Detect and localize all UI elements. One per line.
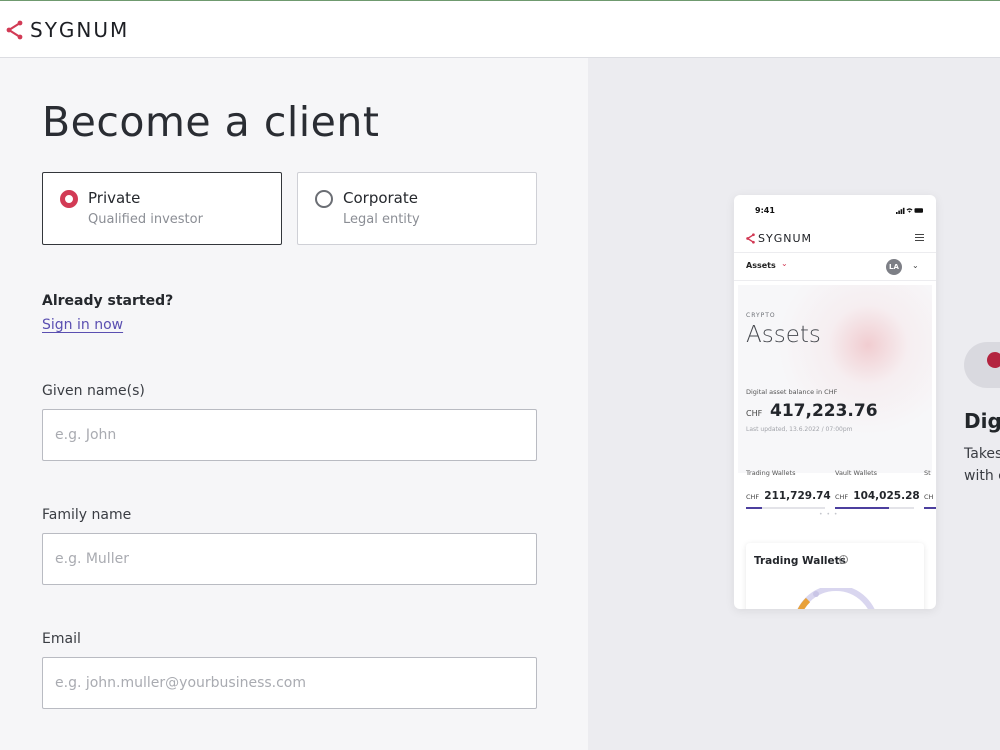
phone-app-header: SYGNUM	[734, 225, 936, 253]
share-logo-icon	[746, 233, 755, 244]
feature-heading: Dig	[964, 409, 1000, 433]
site-header: SYGNUM	[0, 1, 1000, 58]
wallet-amount: 211,729.74	[764, 490, 831, 502]
wallet-summary-partial: St CH	[924, 469, 936, 509]
client-type-corporate[interactable]: Corporate Legal entity	[297, 172, 537, 245]
radio-unselected-icon	[315, 190, 333, 208]
wallet-currency: CHF	[835, 493, 849, 501]
phone-brand-logo: SYGNUM	[746, 232, 812, 245]
wallet-progress-fill	[924, 507, 936, 509]
brand-logo[interactable]: SYGNUM	[6, 17, 129, 43]
phone-wallet-card: Trading Wallets i	[746, 543, 924, 609]
phone-status-bar: 9:41	[734, 195, 936, 225]
wallet-amount: 104,025.28	[853, 490, 920, 502]
feature-text-line: with c	[964, 468, 1000, 484]
phone-card-title: Trading Wallets	[754, 555, 846, 567]
family-name-input[interactable]	[42, 533, 537, 585]
wallet-progress-fill	[835, 507, 889, 509]
email-input[interactable]	[42, 657, 537, 709]
phone-time: 9:41	[755, 206, 775, 215]
phone-balance-currency: CHF	[746, 409, 763, 418]
avatar: LA	[886, 259, 902, 275]
phone-brand-name: SYGNUM	[758, 232, 812, 245]
wallet-value: CH	[924, 484, 936, 503]
signup-form-panel: Become a client Private Qualified invest…	[0, 58, 588, 750]
wallet-progress-fill	[746, 507, 762, 509]
hamburger-menu-icon	[915, 234, 924, 243]
promo-panel: 9:41 SYGNUM Assets ⌄ LA ⌄ CRYPTO Assets …	[588, 58, 1000, 750]
client-type-label: Private	[88, 189, 141, 207]
feature-text-line: Takes	[964, 446, 1000, 462]
radio-selected-icon	[60, 190, 78, 208]
carousel-dots: • • •	[819, 511, 839, 518]
wallet-currency: CH	[924, 493, 934, 501]
client-type-sublabel: Qualified investor	[88, 212, 203, 227]
page-title: Become a client	[42, 98, 380, 146]
sign-in-link[interactable]: Sign in now	[42, 317, 123, 333]
given-name-input[interactable]	[42, 409, 537, 461]
client-type-private[interactable]: Private Qualified investor	[42, 172, 282, 245]
email-label: Email	[42, 631, 81, 647]
client-type-sublabel: Legal entity	[343, 212, 420, 227]
phone-subnav: Assets ⌄ LA ⌄	[734, 253, 936, 281]
wallet-value: CHF 211,729.74	[746, 484, 831, 503]
wallet-label: St	[924, 469, 931, 477]
wallet-currency: CHF	[746, 493, 760, 501]
chevron-down-icon: ⌄	[912, 261, 919, 270]
signal-wifi-battery-icon	[896, 207, 924, 214]
phone-category-label: CRYPTO	[746, 312, 776, 319]
phone-balance-value: 417,223.76	[770, 401, 878, 421]
client-type-label: Corporate	[343, 189, 418, 207]
wallet-progress-bar	[746, 507, 825, 509]
share-logo-icon	[6, 20, 23, 40]
wallet-summary: Trading Wallets CHF 211,729.74	[746, 469, 831, 509]
phone-last-updated: Last updated, 13.6.2022 / 07:00pm	[746, 426, 853, 433]
phone-section-title: Assets	[746, 322, 821, 348]
phone-balance-label: Digital asset balance in CHF	[746, 388, 838, 396]
wallet-progress-bar	[924, 507, 936, 509]
already-started-heading: Already started?	[42, 293, 174, 309]
chevron-down-icon: ⌄	[781, 259, 788, 268]
wallet-label: Vault Wallets	[835, 469, 878, 477]
family-name-label: Family name	[42, 507, 132, 523]
given-name-label: Given name(s)	[42, 383, 145, 399]
wallet-progress-bar	[835, 507, 914, 509]
brand-name: SYGNUM	[30, 18, 130, 42]
info-icon: i	[839, 555, 848, 564]
wallet-summary: Vault Wallets CHF 104,025.28	[835, 469, 920, 509]
wallet-value: CHF 104,025.28	[835, 484, 920, 503]
donut-chart-icon	[797, 588, 875, 609]
phone-mockup: 9:41 SYGNUM Assets ⌄ LA ⌄ CRYPTO Assets …	[734, 195, 936, 609]
wallet-label: Trading Wallets	[746, 469, 796, 477]
phone-assets-tab: Assets	[746, 261, 776, 270]
